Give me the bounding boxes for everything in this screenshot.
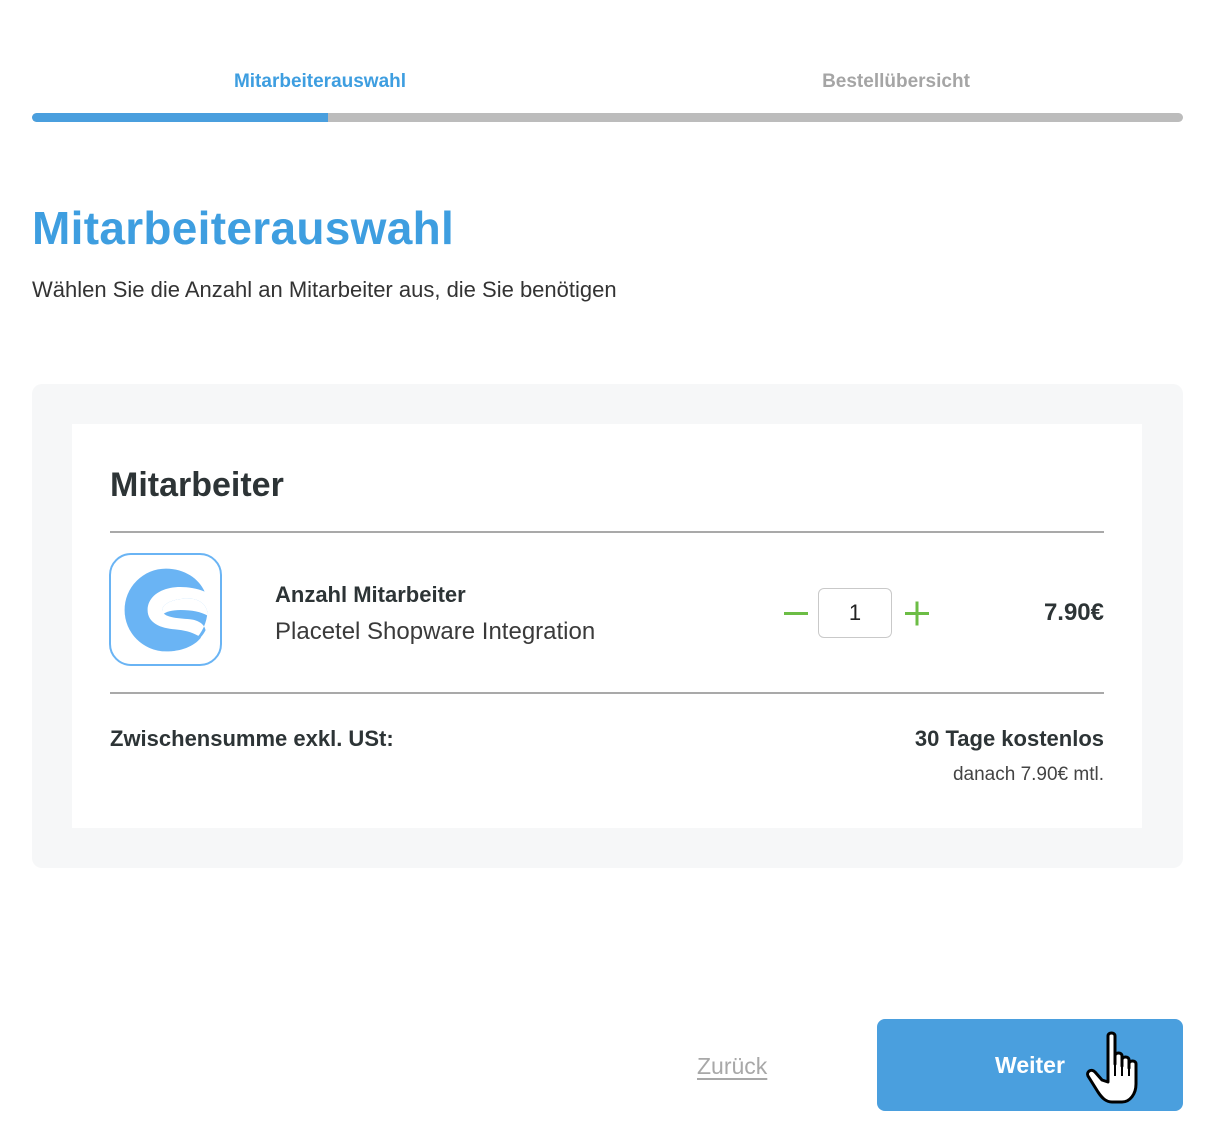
progress-bar-fill bbox=[32, 113, 328, 122]
page-title: Mitarbeiterauswahl bbox=[32, 202, 455, 254]
minus-icon bbox=[784, 612, 808, 615]
product-description: Placetel Shopware Integration bbox=[275, 618, 596, 645]
card-title: Mitarbeiter bbox=[110, 466, 284, 504]
progress-bar bbox=[32, 113, 1183, 122]
divider bbox=[110, 692, 1104, 694]
step-employee-selection[interactable]: Mitarbeiterauswahl bbox=[32, 68, 608, 96]
step-order-overview[interactable]: Bestellübersicht bbox=[608, 68, 1184, 96]
step-indicator: Mitarbeiterauswahl Bestellübersicht bbox=[32, 68, 1183, 96]
product-name: Anzahl Mitarbeiter bbox=[275, 582, 466, 607]
price: 7.90€ bbox=[1043, 599, 1104, 626]
back-link[interactable]: Zurück bbox=[697, 1050, 767, 1082]
increase-quantity-button[interactable] bbox=[902, 598, 932, 628]
next-button[interactable]: Weiter bbox=[877, 1019, 1183, 1111]
shopware-logo-icon bbox=[109, 553, 222, 666]
subtotal-note: danach 7.90€ mtl. bbox=[952, 764, 1104, 785]
subtotal-label: Zwischensumme exkl. USt: bbox=[110, 726, 394, 751]
plus-icon bbox=[905, 601, 929, 626]
employee-card: Mitarbeiter Anzahl Mitarbeiter Placetel … bbox=[72, 424, 1142, 828]
selection-panel: Mitarbeiter Anzahl Mitarbeiter Placetel … bbox=[32, 384, 1183, 868]
subtotal-value: 30 Tage kostenlos bbox=[914, 726, 1104, 751]
quantity-input[interactable] bbox=[818, 588, 892, 638]
divider bbox=[110, 531, 1104, 533]
next-button-label: Weiter bbox=[995, 1052, 1065, 1078]
decrease-quantity-button[interactable] bbox=[781, 598, 811, 628]
page-subtitle: Wählen Sie die Anzahl an Mitarbeiter aus… bbox=[32, 277, 617, 302]
